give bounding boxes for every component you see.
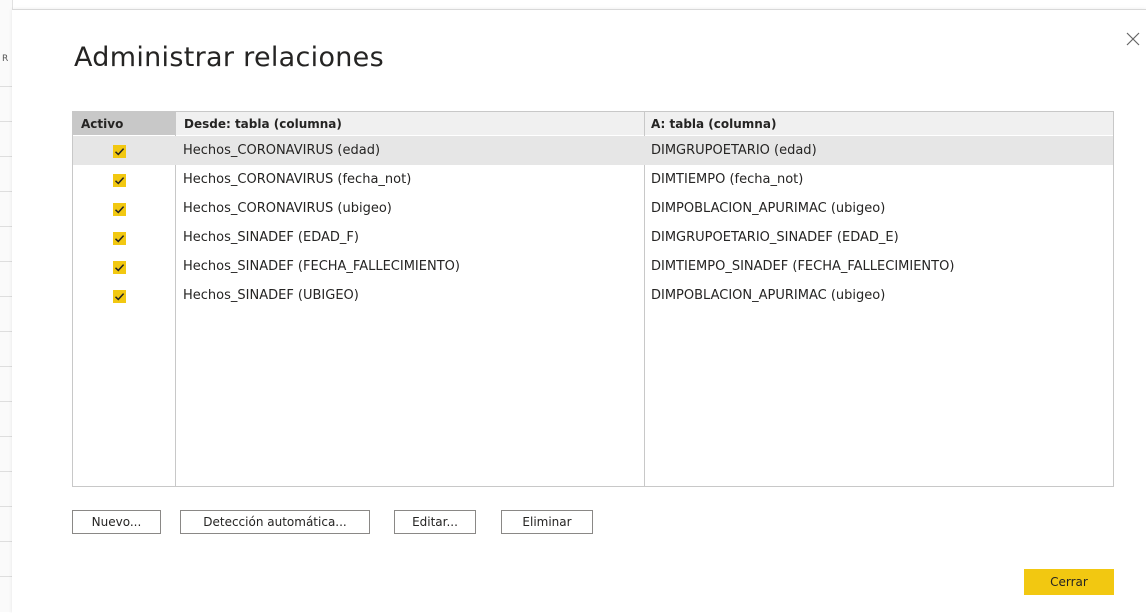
active-checkbox[interactable] — [113, 203, 126, 216]
from-cell: Hechos_CORONAVIRUS (ubigeo) — [183, 201, 392, 216]
new-button[interactable]: Nuevo... — [72, 510, 161, 534]
table-row[interactable]: Hechos_CORONAVIRUS (edad) DIMGRUPOETARIO … — [73, 136, 1113, 165]
active-checkbox[interactable] — [113, 232, 126, 245]
to-cell: DIMTIEMPO_SINADEF (FECHA_FALLECIMIENTO) — [651, 259, 955, 274]
table-row[interactable]: Hechos_SINADEF (FECHA_FALLECIMIENTO) DIMT… — [73, 252, 1113, 281]
to-cell: DIMGRUPOETARIO_SINADEF (EDAD_E) — [651, 230, 899, 245]
close-dialog-button[interactable]: Cerrar — [1024, 569, 1114, 595]
to-cell: DIMPOBLACION_APURIMAC (ubigeo) — [651, 201, 886, 216]
to-cell: DIMPOBLACION_APURIMAC (ubigeo) — [651, 288, 886, 303]
checkmark-icon — [114, 264, 125, 272]
checkmark-icon — [114, 177, 125, 185]
table-row[interactable]: Hechos_SINADEF (UBIGEO) DIMPOBLACION_APUR… — [73, 281, 1113, 310]
active-checkbox[interactable] — [113, 261, 126, 274]
delete-button[interactable]: Eliminar — [501, 510, 593, 534]
checkmark-icon — [114, 235, 125, 243]
active-checkbox[interactable] — [113, 290, 126, 303]
from-cell: Hechos_SINADEF (UBIGEO) — [183, 288, 359, 303]
header-from[interactable]: Desde: tabla (columna) — [176, 112, 644, 135]
background-edge-text: R — [2, 54, 9, 64]
header-active[interactable]: Activo — [73, 112, 175, 135]
table-row[interactable]: Hechos_CORONAVIRUS (fecha_not) DIMTIEMPO … — [73, 165, 1113, 194]
from-cell: Hechos_CORONAVIRUS (edad) — [183, 143, 381, 158]
checkmark-icon — [114, 293, 125, 301]
table-row[interactable]: Hechos_SINADEF (EDAD_F) DIMGRUPOETARIO_SI… — [73, 223, 1113, 252]
autodetect-button[interactable]: Detección automática... — [180, 510, 370, 534]
close-icon — [1126, 32, 1140, 46]
relationships-table: Activo Desde: tabla (columna) A: tabla (… — [72, 111, 1114, 487]
active-checkbox[interactable] — [113, 145, 126, 158]
checkmark-icon — [114, 148, 125, 156]
edit-button[interactable]: Editar... — [394, 510, 476, 534]
close-button[interactable] — [1124, 30, 1142, 48]
header-to[interactable]: A: tabla (columna) — [645, 112, 1113, 135]
from-cell: Hechos_SINADEF (EDAD_F) — [183, 230, 359, 245]
from-cell: Hechos_SINADEF (FECHA_FALLECIMIENTO) — [183, 259, 460, 274]
to-cell: DIMGRUPOETARIO (edad) — [651, 143, 817, 158]
table-row[interactable]: Hechos_CORONAVIRUS (ubigeo) DIMPOBLACION_… — [73, 194, 1113, 223]
dialog-title: Administrar relaciones — [74, 42, 384, 73]
active-checkbox[interactable] — [113, 174, 126, 187]
manage-relationships-dialog: Administrar relaciones Activo Desde: tab… — [12, 9, 1146, 613]
to-cell: DIMTIEMPO (fecha_not) — [651, 172, 804, 187]
from-cell: Hechos_CORONAVIRUS (fecha_not) — [183, 172, 412, 187]
checkmark-icon — [114, 206, 125, 214]
